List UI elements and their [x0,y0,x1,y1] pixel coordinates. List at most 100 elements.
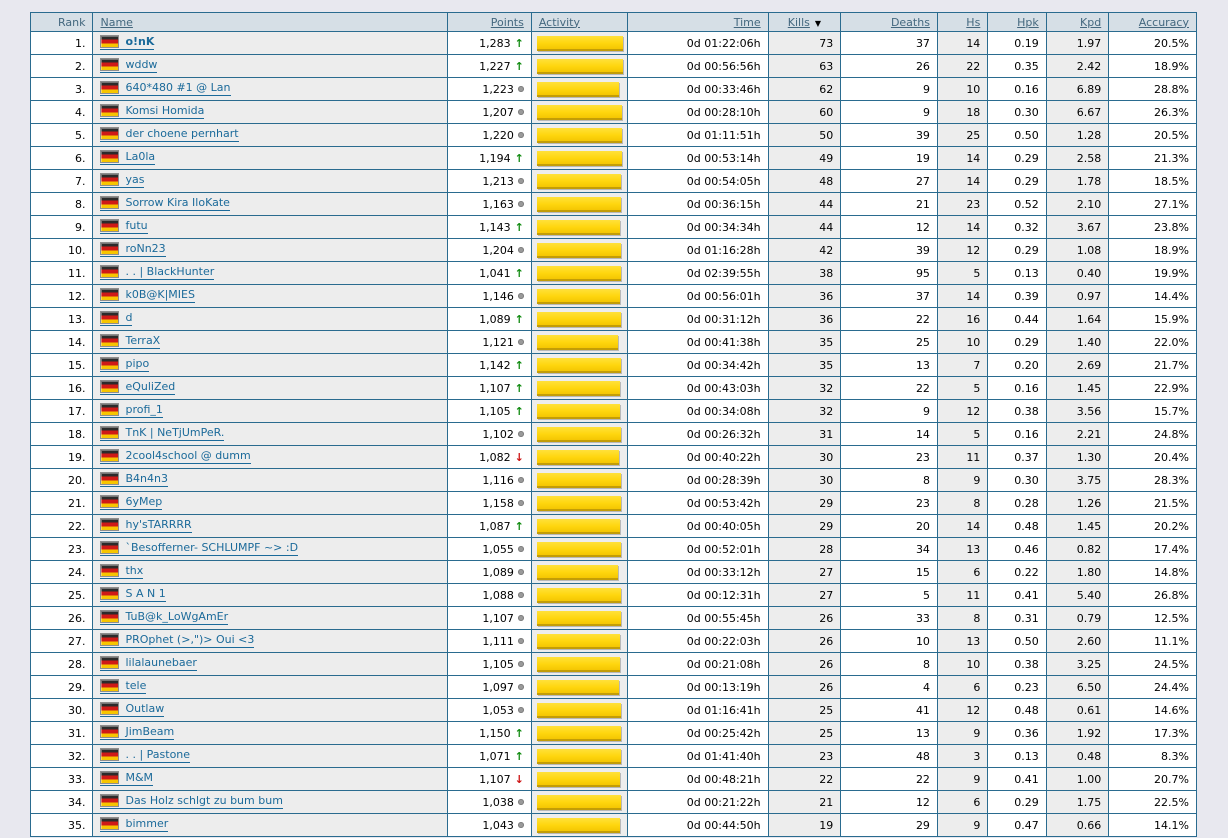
player-link[interactable]: hy'sTARRRR [100,518,192,533]
accuracy-cell: 8.3% [1108,744,1197,768]
column-header-activity[interactable]: Activity [530,12,628,32]
germany-flag-icon [100,265,120,278]
points-value-group: 1,105 ↑ [455,405,524,418]
activity-cell [530,169,628,193]
activity-cell [530,123,628,147]
points-value: 1,116 [482,473,514,487]
name-header-link[interactable]: Name [100,16,132,29]
points-value-group: 1,053 [455,704,524,717]
kills-cell: 62 [767,77,842,101]
column-header-accuracy[interactable]: Accuracy [1108,12,1197,32]
player-link[interactable]: profi_1 [100,403,163,418]
player-link[interactable]: TnK | NeTjUmPeR. [100,426,225,441]
player-link[interactable]: La0la [100,150,156,165]
player-link[interactable]: 2cool4school @ dumm [100,449,251,464]
rank-header-label: Rank [57,15,86,29]
rank-cell: 14. [29,330,94,354]
accuracy-header-link[interactable]: Accuracy [1139,16,1189,29]
player-link[interactable]: o!nK [100,35,155,50]
column-header-name[interactable]: Name [92,12,449,32]
player-link[interactable]: d [100,311,133,326]
kpd-cell: 2.58 [1045,146,1110,170]
deaths-header-link[interactable]: Deaths [891,16,930,29]
points-value: 1,150 [479,726,511,740]
hs-header-link[interactable]: Hs [966,16,980,29]
player-name: S A N 1 [125,587,166,600]
kills-cell: 44 [767,192,842,216]
hpk-cell: 0.52 [987,192,1047,216]
deaths-cell: 22 [840,376,938,400]
player-link[interactable]: bimmer [100,817,169,832]
points-value: 1,223 [482,82,514,96]
player-link[interactable]: wddw [100,58,158,73]
accuracy-cell: 18.5% [1108,169,1197,193]
player-link[interactable]: S A N 1 [100,587,166,602]
points-cell: 1,107 ↑ [447,376,532,400]
player-link[interactable]: . . | BlackHunter [100,265,215,280]
player-name: thx [125,564,144,577]
player-link[interactable]: thx [100,564,144,579]
player-link[interactable]: TuB@k_LoWgAmEr [100,610,229,625]
kpd-cell: 0.40 [1045,261,1110,285]
player-link[interactable]: lilalaunebaer [100,656,197,671]
player-link[interactable]: Das Holz schlgt zu bum bum [100,794,283,809]
player-link[interactable]: B4n4n3 [100,472,168,487]
player-link[interactable]: Komsi Homida [100,104,205,119]
kpd-header-link[interactable]: Kpd [1080,16,1101,29]
points-up-icon: ↑ [514,312,524,326]
hs-cell: 12 [936,238,989,262]
kills-cell: 26 [767,675,842,699]
hpk-header-link[interactable]: Hpk [1017,16,1039,29]
player-row: 30. Outlaw 1,053 0d 01:16:41h 25 41 12 0.48 0.61… [29,698,1197,722]
points-value-group: 1,204 [455,244,524,257]
column-header-hs[interactable]: Hs [936,12,989,32]
points-header-link[interactable]: Points [491,16,524,29]
player-link[interactable]: Outlaw [100,702,165,717]
time-header-link[interactable]: Time [734,16,761,29]
points-value: 1,089 [479,312,511,326]
player-link[interactable]: tele [100,679,147,694]
points-cell: 1,213 [447,169,532,193]
player-link[interactable]: JimBeam [100,725,175,740]
rank-cell: 35. [29,813,94,837]
player-link[interactable]: TerraX [100,334,161,349]
player-link[interactable]: M&M [100,771,154,786]
player-link[interactable]: yas [100,173,145,188]
points-cell: 1,053 [447,698,532,722]
column-header-kpd[interactable]: Kpd [1045,12,1110,32]
player-name: pipo [125,357,150,370]
hpk-cell: 0.50 [987,123,1047,147]
player-link[interactable]: PROphet (>,")> Oui <3 [100,633,255,648]
points-cell: 1,043 [447,813,532,837]
activity-header-link[interactable]: Activity [539,16,580,29]
player-link[interactable]: der choene pernhart [100,127,239,142]
points-value: 1,082 [479,450,511,464]
player-link[interactable]: . . | Pastone [100,748,191,763]
deaths-cell: 37 [840,31,938,55]
kills-header-link[interactable]: Kills [788,16,810,29]
kills-cell: 73 [767,31,842,55]
germany-flag-icon [100,35,120,48]
column-header-kills[interactable]: Kills ▼ [767,12,842,32]
column-header-time[interactable]: Time [626,12,769,32]
player-link[interactable]: futu [100,219,148,234]
player-link[interactable]: pipo [100,357,150,372]
points-value: 1,107 [479,381,511,395]
deaths-cell: 8 [840,652,938,676]
player-link[interactable]: `Besofferner- SCHLUMPF ~> :D [100,541,299,556]
player-link[interactable]: roNn23 [100,242,166,257]
player-link[interactable]: k0B@K|MIES [100,288,195,303]
player-row: 6. La0la 1,194 ↑ 0d 00:53:14h 49 19 14 0.29 2.58 2… [29,146,1197,170]
points-value-group: 1,089 [455,566,524,579]
activity-bar [536,610,621,626]
column-header-deaths[interactable]: Deaths [840,12,938,32]
player-row: 13. d 1,089 ↑ 0d 00:31:12h 36 22 16 0.44 1.64 15.9… [29,307,1197,331]
player-link[interactable]: 640*480 #1 @ Lan [100,81,231,96]
kills-cell: 25 [767,698,842,722]
column-header-hpk[interactable]: Hpk [987,12,1047,32]
player-link[interactable]: eQuliZed [100,380,176,395]
player-link[interactable]: Sorrow Kira IloKate [100,196,230,211]
kills-cell: 50 [767,123,842,147]
column-header-points[interactable]: Points [447,12,532,32]
player-link[interactable]: 6yMep [100,495,163,510]
